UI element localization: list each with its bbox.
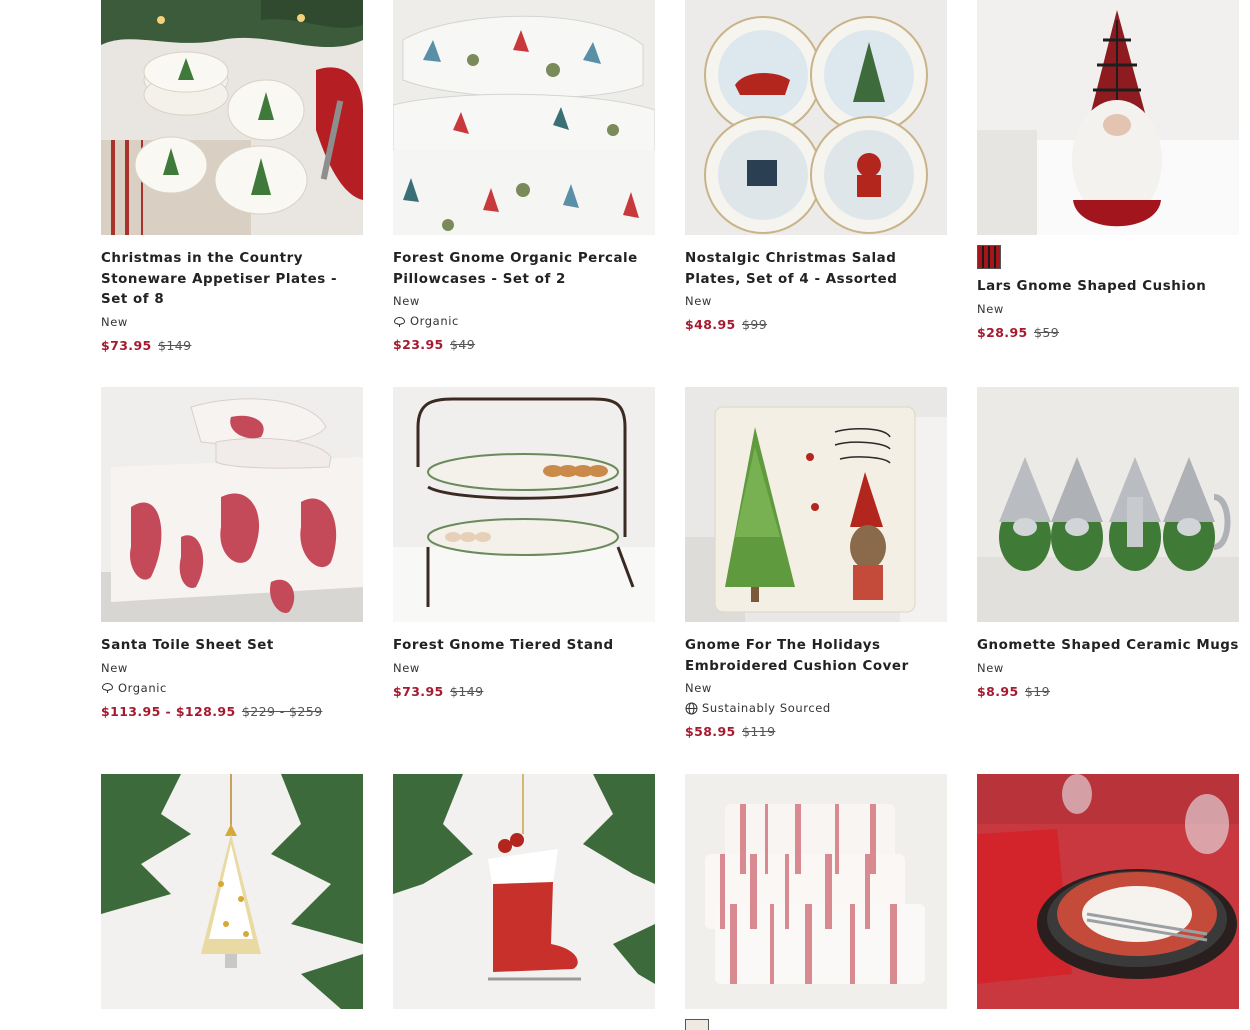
new-badge: New <box>393 660 420 675</box>
globe-icon <box>685 702 698 715</box>
new-badge: New <box>685 681 712 695</box>
product-title[interactable]: Forest Gnome Organic Percale Pillowcases… <box>393 249 655 290</box>
product-card[interactable]: Lars Gnome Shaped Cushion New $28.95 $59 <box>977 0 1239 342</box>
plaid-swatch[interactable] <box>977 245 1001 269</box>
product-image[interactable] <box>101 0 363 235</box>
color-swatches <box>977 245 1239 271</box>
organic-icon <box>101 682 114 693</box>
product-title[interactable]: Christmas in the Country Stoneware Appet… <box>101 249 363 311</box>
original-price: $119 <box>742 724 776 739</box>
product-price: $28.95 $59 <box>977 324 1239 342</box>
new-badge: New <box>977 660 1004 675</box>
product-image[interactable] <box>977 774 1239 1009</box>
new-badge: New <box>101 660 128 675</box>
sale-price: $23.95 <box>393 337 444 352</box>
product-price: $113.95 - $128.95 $229 - $259 <box>101 703 363 721</box>
product-image[interactable] <box>685 387 947 622</box>
product-title[interactable]: Gnomette Shaped Ceramic Mugs <box>977 636 1239 657</box>
sale-price: $48.95 <box>685 317 736 332</box>
sale-price: $73.95 <box>393 683 444 699</box>
product-card[interactable] <box>977 774 1239 1009</box>
product-card[interactable]: Gnomette Shaped Ceramic Mugs New $8.95 $… <box>977 387 1239 701</box>
sale-price: $73.95 <box>101 337 152 353</box>
organic-icon <box>393 316 406 327</box>
product-title[interactable]: Lars Gnome Shaped Cushion <box>977 277 1239 298</box>
organic-attribute: Organic <box>393 313 655 330</box>
product-price: $48.95 $99 <box>685 316 947 334</box>
product-image[interactable] <box>393 774 655 1009</box>
product-title[interactable]: Nostalgic Christmas Salad Plates, Set of… <box>685 249 947 290</box>
product-card[interactable] <box>393 774 655 1009</box>
new-badge: New <box>977 301 1004 316</box>
product-image[interactable] <box>393 0 655 235</box>
product-image[interactable] <box>393 387 655 622</box>
organic-attribute: Organic <box>101 680 363 697</box>
product-title[interactable]: Gnome For The Holidays Embroidered Cushi… <box>685 636 947 677</box>
original-price: $19 <box>1024 683 1050 699</box>
product-price: $73.95 $149 <box>393 683 655 701</box>
original-price: $49 <box>450 337 476 352</box>
product-price: $23.95 $49 <box>393 336 655 354</box>
attribute-label: Sustainably Sourced <box>702 701 831 715</box>
color-swatches <box>685 1019 947 1030</box>
product-image[interactable] <box>685 0 947 235</box>
product-card[interactable]: Gnome For The Holidays Embroidered Cushi… <box>685 387 947 741</box>
product-grid: Christmas in the Country Stoneware Appet… <box>0 0 1250 1030</box>
original-price: $229 - $259 <box>241 703 323 719</box>
product-image[interactable] <box>685 774 947 1009</box>
product-card[interactable]: Nostalgic Christmas Salad Plates, Set of… <box>685 0 947 334</box>
product-image[interactable] <box>977 0 1239 235</box>
product-price: $73.95 $149 <box>101 337 363 355</box>
product-card[interactable] <box>101 774 363 1009</box>
product-price: $58.95 $119 <box>685 723 947 741</box>
product-card[interactable]: Santa Toile Sheet Set New Organic $113.9… <box>101 387 363 721</box>
original-price: $59 <box>1034 324 1060 340</box>
sale-price: $8.95 <box>977 683 1019 699</box>
sale-price: $58.95 <box>685 724 736 739</box>
sustainably-sourced-attribute: Sustainably Sourced <box>685 700 947 717</box>
original-price: $149 <box>158 337 192 353</box>
product-title[interactable]: Santa Toile Sheet Set <box>101 636 363 657</box>
new-badge: New <box>685 294 712 308</box>
sale-price: $28.95 <box>977 324 1028 340</box>
original-price: $149 <box>450 683 484 699</box>
attribute-label: Organic <box>118 680 167 695</box>
product-card[interactable] <box>685 774 947 1030</box>
new-badge: New <box>393 294 420 308</box>
product-image[interactable] <box>101 387 363 622</box>
sale-price: $113.95 - $128.95 <box>101 703 236 719</box>
attribute-label: Organic <box>410 314 459 328</box>
product-card[interactable]: Christmas in the Country Stoneware Appet… <box>101 0 363 355</box>
new-badge: New <box>101 314 128 329</box>
original-price: $99 <box>742 317 768 332</box>
product-image[interactable] <box>977 387 1239 622</box>
product-price: $8.95 $19 <box>977 683 1239 701</box>
product-image[interactable] <box>101 774 363 1009</box>
product-card[interactable]: Forest Gnome Tiered Stand New $73.95 $14… <box>393 387 655 701</box>
striped-swatch[interactable] <box>685 1019 709 1030</box>
product-card[interactable]: Forest Gnome Organic Percale Pillowcases… <box>393 0 655 354</box>
product-title[interactable]: Forest Gnome Tiered Stand <box>393 636 655 657</box>
